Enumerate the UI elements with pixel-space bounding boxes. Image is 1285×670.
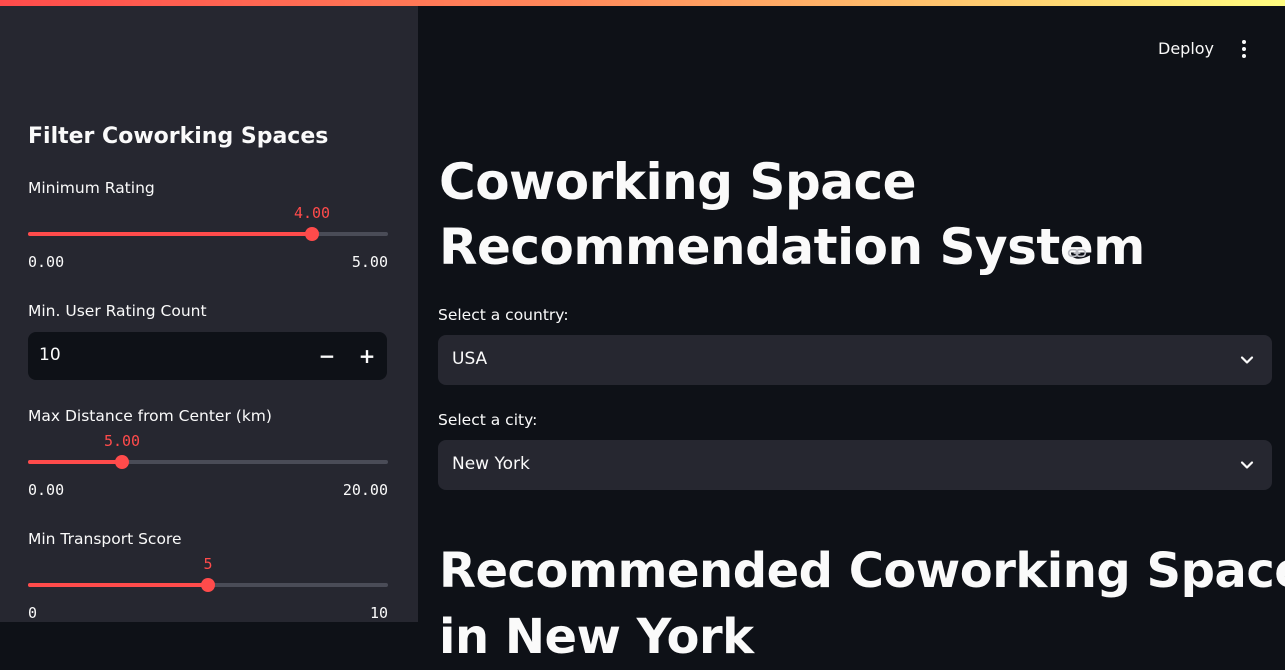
kebab-menu-icon[interactable] — [1237, 38, 1251, 60]
min-user-rating-count-label: Min. User Rating Count — [28, 302, 207, 320]
number-input-value[interactable]: 10 — [39, 345, 61, 365]
slider-max-label: 20.00 — [342, 481, 388, 499]
slider-thumb[interactable] — [201, 578, 215, 592]
city-select-label: Select a city: — [438, 411, 538, 429]
min-user-rating-count-input[interactable]: 10 − + — [28, 332, 387, 380]
page-title: Coworking Space Recommendation System — [439, 150, 1145, 280]
chevron-down-icon — [1240, 461, 1254, 469]
results-heading-line-2: in New York — [439, 609, 754, 665]
slider-max-label: 10 — [369, 604, 388, 622]
min-transport-label: Min Transport Score — [28, 530, 182, 548]
slider-thumb[interactable] — [115, 455, 129, 469]
header-decoration-bar — [0, 0, 1285, 6]
slider-thumb[interactable] — [305, 227, 319, 241]
sidebar: Filter Coworking Spaces Minimum Rating 4… — [0, 0, 418, 622]
min-rating-value: 4.00 — [293, 204, 331, 222]
country-select[interactable]: USA — [438, 335, 1272, 385]
min-rating-label: Minimum Rating — [28, 179, 155, 197]
city-select[interactable]: New York — [438, 440, 1272, 490]
chevron-down-icon — [1240, 356, 1254, 364]
page-title-line-1: Coworking Space — [439, 153, 917, 211]
min-rating-slider[interactable]: 4.00 0.00 5.00 — [28, 204, 388, 272]
results-heading-line-1: Recommended Coworking Spaces — [439, 543, 1285, 599]
slider-min-label: 0.00 — [28, 253, 65, 271]
max-distance-label: Max Distance from Center (km) — [28, 407, 272, 425]
city-select-value: New York — [452, 454, 530, 474]
slider-max-label: 5.00 — [351, 253, 388, 271]
country-select-value: USA — [452, 349, 488, 369]
deploy-button[interactable]: Deploy — [1158, 39, 1214, 58]
slider-fill — [28, 232, 312, 236]
link-icon[interactable] — [1066, 243, 1088, 263]
results-heading: Recommended Coworking Spaces in New York — [439, 538, 1285, 670]
min-transport-slider[interactable]: 5 0 10 — [28, 555, 388, 622]
sidebar-title: Filter Coworking Spaces — [28, 124, 329, 149]
decrement-button[interactable]: − — [307, 332, 347, 380]
slider-fill — [28, 583, 208, 587]
country-select-label: Select a country: — [438, 306, 569, 324]
slider-fill — [28, 460, 122, 464]
increment-button[interactable]: + — [347, 332, 387, 380]
page-title-line-2: Recommendation System — [439, 218, 1145, 276]
max-distance-value: 5.00 — [103, 432, 141, 450]
slider-min-label: 0.00 — [28, 481, 65, 499]
max-distance-slider[interactable]: 5.00 0.00 20.00 — [28, 432, 388, 500]
min-transport-value: 5 — [203, 555, 213, 573]
slider-min-label: 0 — [28, 604, 38, 622]
